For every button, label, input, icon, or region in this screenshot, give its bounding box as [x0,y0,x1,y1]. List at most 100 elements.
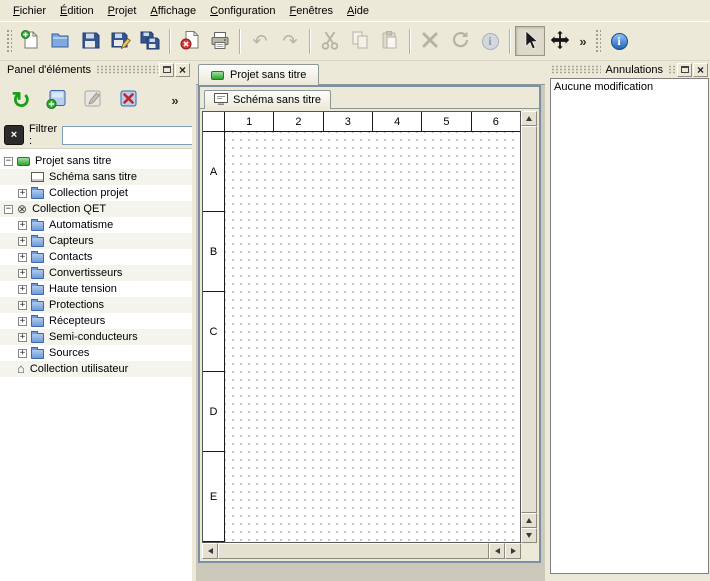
expand-icon[interactable]: + [18,333,27,342]
new-element-button[interactable] [42,85,72,115]
float-dock-button[interactable] [159,63,174,77]
save-all-button[interactable] [135,26,165,56]
selection-tool-button[interactable] [515,26,545,56]
tree-item-collection-qet[interactable]: − ⊗ Collection QET [0,201,192,217]
toolbar-handle[interactable] [5,28,12,54]
tree-item-contacts[interactable]: + Contacts [0,249,192,265]
save-button[interactable] [75,26,105,56]
new-document-button[interactable] [15,26,45,56]
scroll-up-button[interactable] [521,513,537,528]
scroll-left-button[interactable] [489,543,505,559]
folder-icon [31,333,44,343]
tree-item-capteurs[interactable]: + Capteurs [0,233,192,249]
panel-extension-button[interactable]: » [166,85,184,115]
toolbar-handle[interactable] [594,28,601,54]
expand-icon[interactable]: + [18,221,27,230]
menu-affichage[interactable]: Affichage [143,2,203,20]
tree-item-label: Collection QET [32,203,106,215]
undo-history-list[interactable]: Aucune modification [550,78,709,574]
close-dock-button[interactable]: × [175,63,190,77]
new-element-icon [45,87,69,114]
toolbar-separator [409,29,411,54]
tree-item-sources[interactable]: + Sources [0,345,192,361]
paste-button[interactable] [375,26,405,56]
copy-button[interactable] [345,26,375,56]
move-arrows-icon [549,29,571,54]
expand-icon[interactable]: + [18,349,27,358]
vertical-scroll-thumb[interactable] [521,126,537,513]
scroll-down-button[interactable] [521,528,537,543]
expand-icon[interactable]: + [18,189,27,198]
menu-configuration[interactable]: Configuration [203,2,282,20]
expand-icon[interactable]: + [18,237,27,246]
folder-icon [31,301,44,311]
clear-filter-button[interactable]: × [4,125,24,145]
print-button[interactable] [205,26,235,56]
elements-tree[interactable]: − Projet sans titre Schéma sans titre + … [0,148,192,581]
redo-button[interactable]: ↷ [275,26,305,56]
pan-tool-button[interactable] [545,26,575,56]
tree-item-convertisseurs[interactable]: + Convertisseurs [0,265,192,281]
float-dock-button[interactable] [677,63,692,77]
delete-element-button[interactable] [114,85,144,115]
menu-projet[interactable]: Projet [101,2,144,20]
tree-item-collection-utilisateur[interactable]: ⌂ Collection utilisateur [0,361,192,377]
reload-collections-button[interactable]: ↻ [6,85,36,115]
rotate-icon [449,29,471,54]
horizontal-scrollbar[interactable] [202,543,521,559]
collapse-icon[interactable]: − [4,157,13,166]
filter-input[interactable] [62,126,212,145]
mdi-area: Schéma sans titre 1 2 3 4 5 [196,85,545,581]
arrow-left-icon [495,548,500,554]
tree-item-collection-projet[interactable]: + Collection projet [0,185,192,201]
cursor-arrow-icon [519,29,541,54]
expand-icon[interactable]: + [18,269,27,278]
undo-button[interactable]: ↶ [245,26,275,56]
menu-fenetres[interactable]: Fenêtres [283,2,340,20]
menu-aide[interactable]: Aide [340,2,376,20]
expand-icon[interactable]: + [18,253,27,262]
tree-item-project[interactable]: − Projet sans titre [0,153,192,169]
undo-icon: ↶ [252,32,267,50]
tree-item-recepteurs[interactable]: + Récepteurs [0,313,192,329]
toolbar-extension-button[interactable]: » [575,26,591,56]
chevron-double-icon: » [171,94,178,107]
menu-edition[interactable]: Édition [53,2,101,20]
tree-item-schema[interactable]: Schéma sans titre [0,169,192,185]
close-file-button[interactable] [175,26,205,56]
about-qet-button[interactable]: i [604,26,634,56]
elements-panel-titlebar[interactable]: Panel d'éléments × [0,61,192,78]
tree-item-semi-conducteurs[interactable]: + Semi-conducteurs [0,329,192,345]
tree-item-haute-tension[interactable]: + Haute tension [0,281,192,297]
expand-icon[interactable]: + [18,285,27,294]
vertical-scrollbar[interactable] [521,111,537,543]
cut-button[interactable] [315,26,345,56]
undo-dock-titlebar[interactable]: Annulations × [549,61,710,78]
scroll-left-button[interactable] [202,543,218,559]
menu-fichier[interactable]: Fichier [6,2,53,20]
new-document-icon [19,29,41,54]
scroll-right-button[interactable] [505,543,521,559]
dock-grip [551,65,601,74]
ruler-corner [203,112,225,132]
diagram-view[interactable]: 1 2 3 4 5 6 A B C D E [202,111,521,543]
project-tab[interactable]: Projet sans titre [198,64,319,85]
scroll-up-button[interactable] [521,111,537,126]
ruler-column: 3 [324,112,373,131]
horizontal-scroll-thumb[interactable] [218,543,489,559]
element-info-button[interactable]: i [475,26,505,56]
tree-item-automatisme[interactable]: + Automatisme [0,217,192,233]
save-as-button[interactable] [105,26,135,56]
delete-button[interactable] [415,26,445,56]
edit-element-button[interactable] [78,85,108,115]
open-file-button[interactable] [45,26,75,56]
close-dock-button[interactable]: × [693,63,708,77]
rotate-button[interactable] [445,26,475,56]
diagram-grid[interactable] [225,132,520,542]
expand-icon[interactable]: + [18,317,27,326]
expand-icon[interactable]: + [18,301,27,310]
collapse-icon[interactable]: − [4,205,13,214]
tree-item-protections[interactable]: + Protections [0,297,192,313]
schema-tab[interactable]: Schéma sans titre [204,90,331,109]
qelectrotech-window: Fichier Édition Projet Affichage Configu… [0,0,710,581]
